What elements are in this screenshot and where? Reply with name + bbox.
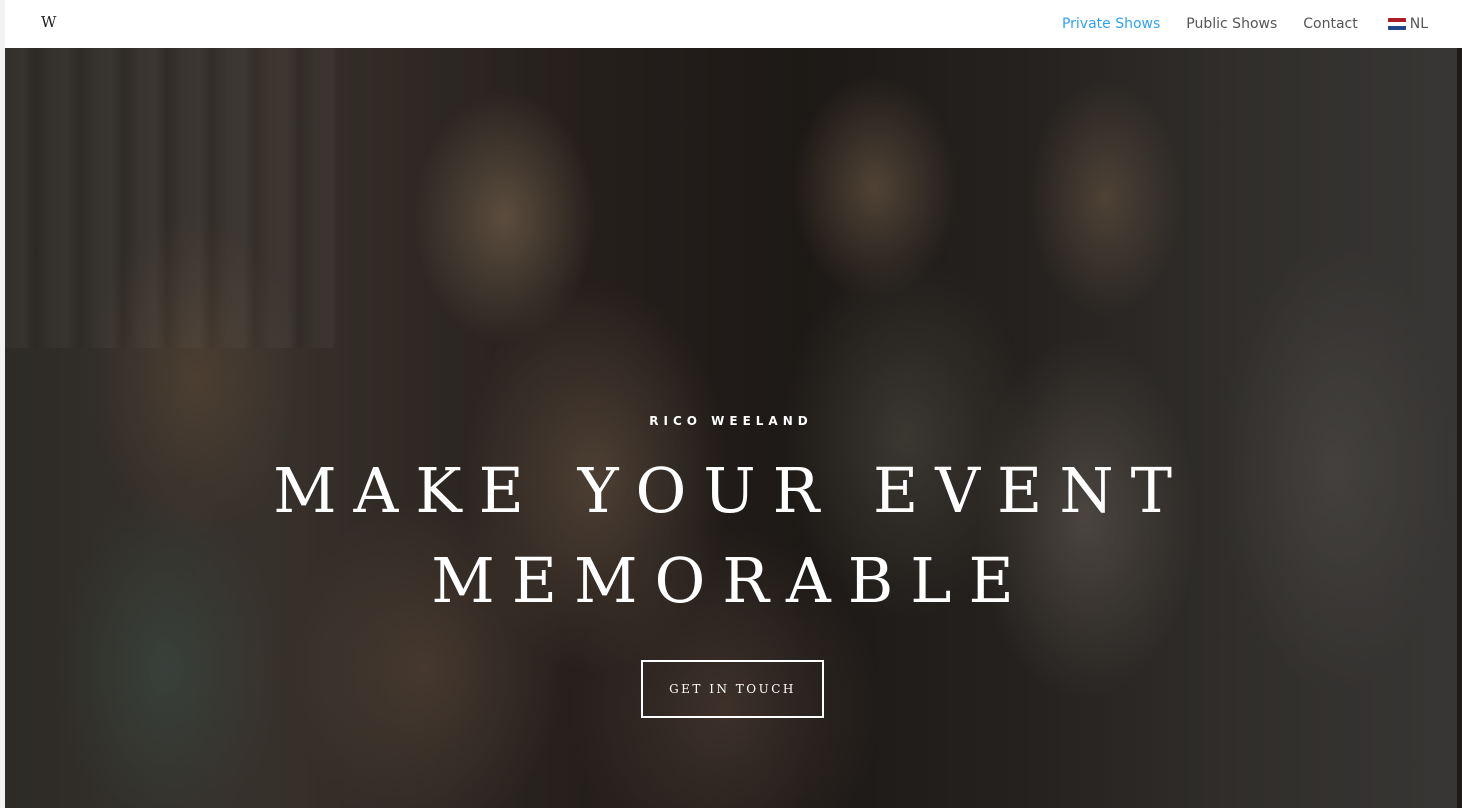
main-nav: Private Shows Public Shows Contact NL: [1062, 0, 1428, 48]
netherlands-flag-icon: [1387, 18, 1406, 30]
hero-headline-line-2: MEMORABLE: [431, 544, 1031, 617]
site-header: W Private Shows Public Shows Contact NL: [5, 0, 1462, 48]
nav-link-public-shows[interactable]: Public Shows: [1186, 16, 1277, 32]
window-edge: [0, 0, 5, 808]
hero-headline: MAKE YOUR EVENT MEMORABLE: [5, 446, 1457, 626]
language-switcher[interactable]: NL: [1387, 16, 1428, 32]
page: W Private Shows Public Shows Contact NL …: [0, 0, 1462, 808]
nav-link-contact[interactable]: Contact: [1303, 16, 1357, 32]
nav-link-private-shows[interactable]: Private Shows: [1062, 16, 1160, 32]
hero-headline-line-1: MAKE YOUR EVENT: [273, 454, 1189, 527]
site-logo[interactable]: W: [41, 13, 56, 31]
get-in-touch-button[interactable]: GET IN TOUCH: [641, 660, 824, 718]
hero-content: RICO WEELAND MAKE YOUR EVENT MEMORABLE G…: [5, 48, 1457, 808]
hero-section: RICO WEELAND MAKE YOUR EVENT MEMORABLE G…: [5, 48, 1457, 808]
hero-eyebrow: RICO WEELAND: [649, 414, 813, 428]
language-label: NL: [1409, 16, 1428, 32]
